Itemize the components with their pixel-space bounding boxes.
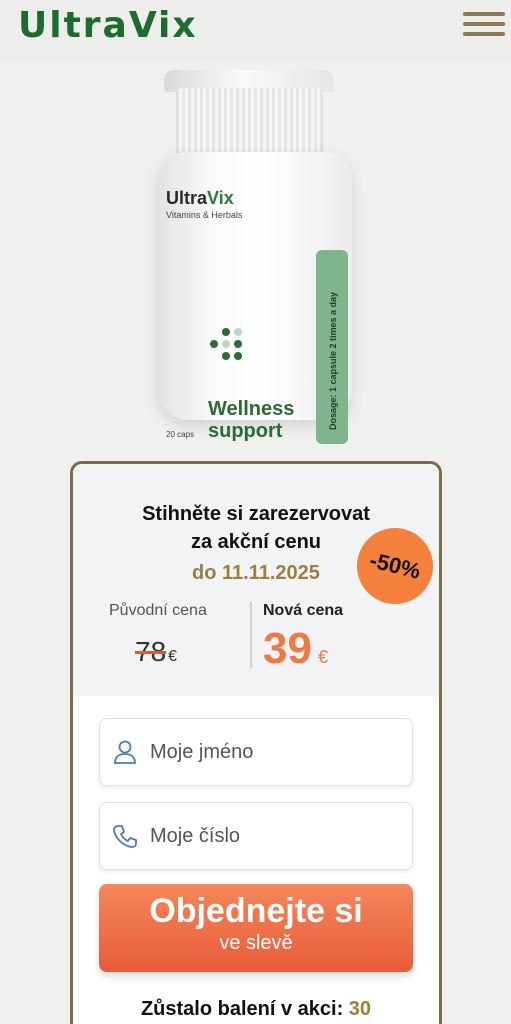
dots-logo-icon (206, 328, 246, 368)
order-button-sublabel: ve slevě (219, 932, 293, 954)
user-icon (114, 740, 136, 764)
old-price-value: 78 (135, 636, 167, 667)
bottle-brand: UltraVix (166, 188, 234, 208)
order-card: Stihněte si zarezervovat za akční cenu d… (70, 461, 442, 1024)
phone-icon (113, 825, 137, 848)
product-image: UltraVix Vitamins & Herbals Wellness sup… (150, 66, 360, 444)
bottle-caps-count: 20 caps (166, 430, 195, 439)
top-header: UltraVix (0, 0, 511, 58)
new-price-label: Nová cena (263, 602, 344, 619)
name-input[interactable]: Moje jméno (99, 718, 413, 786)
bottle-body: UltraVix Vitamins & Herbals Wellness sup… (158, 152, 352, 444)
old-price-label: Původní cena (109, 602, 207, 619)
new-price: 39 € (263, 624, 328, 674)
bottle-cap (176, 88, 324, 160)
bottle-product-name: Wellness support (208, 398, 295, 442)
phone-input[interactable]: Moje číslo (99, 802, 413, 870)
hamburger-menu-icon[interactable] (463, 12, 505, 40)
new-price-currency: € (317, 647, 328, 667)
phone-placeholder: Moje číslo (150, 825, 241, 847)
stock-label: Zůstalo balení v akci: (140, 998, 344, 1020)
order-button-label: Objednejte si (149, 892, 363, 930)
stock-remaining: Zůstalo balení v akci: 30 (73, 998, 439, 1021)
name-placeholder: Moje jméno (150, 741, 254, 763)
price-divider (250, 602, 252, 668)
old-price: 78 € (135, 636, 177, 668)
new-price-value: 39 (263, 624, 312, 673)
order-button[interactable]: Objednejte si ve slevě (99, 884, 413, 972)
old-price-currency: € (168, 648, 178, 665)
bottle-dosage: Dosage: 1 capsule 2 times a day (328, 291, 338, 430)
site-logo[interactable]: UltraVix (18, 4, 198, 48)
stock-count: 30 (348, 998, 372, 1020)
bottle-subtitle: Vitamins & Herbals (166, 210, 243, 220)
